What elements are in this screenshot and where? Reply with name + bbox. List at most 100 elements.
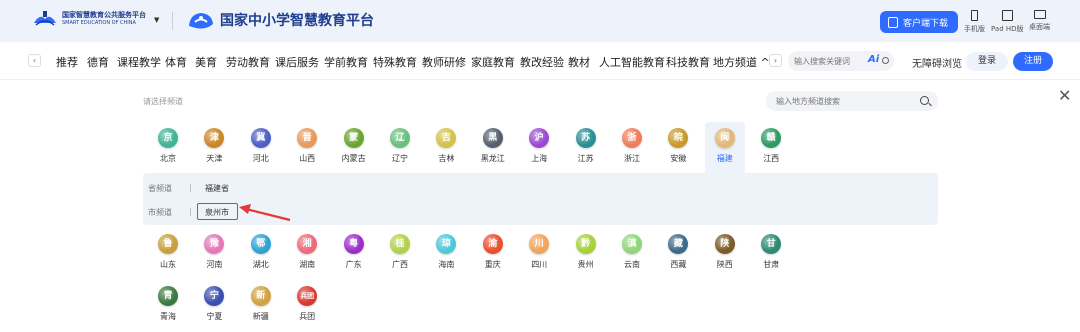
province-badge-icon: 川 bbox=[529, 234, 550, 254]
platform-switch-caret-icon[interactable]: ▼ bbox=[154, 16, 159, 24]
channel-search-box bbox=[766, 91, 938, 111]
province-item[interactable]: 藏西藏 bbox=[658, 228, 698, 270]
province-item[interactable]: 甘甘肃 bbox=[751, 228, 791, 270]
close-icon[interactable]: ✕ bbox=[1058, 86, 1071, 105]
nav-item-moral[interactable]: 德育 bbox=[87, 54, 109, 70]
province-item[interactable]: 桂广西 bbox=[380, 228, 420, 270]
province-item[interactable]: 新新疆 bbox=[241, 280, 281, 322]
province-item[interactable]: 琼海南 bbox=[426, 228, 466, 270]
nav-item-pe[interactable]: 体育 bbox=[165, 54, 187, 70]
province-badge-icon: 沪 bbox=[529, 128, 550, 148]
province-name: 河北 bbox=[252, 154, 269, 163]
nav-item-teacher[interactable]: 教师研修 bbox=[422, 54, 466, 70]
phone-icon bbox=[971, 10, 978, 21]
province-item[interactable]: 兵团 兵团 bbox=[287, 280, 327, 322]
province-badge-icon: 蒙 bbox=[343, 128, 364, 148]
province-item[interactable]: 鄂湖北 bbox=[241, 228, 281, 270]
province-item[interactable]: 黔贵州 bbox=[566, 228, 606, 270]
nav-item-preschool[interactable]: 学前教育 bbox=[324, 54, 368, 70]
nav-item-course[interactable]: 课程教学 bbox=[117, 54, 161, 70]
province-badge-icon: 浙 bbox=[622, 128, 642, 148]
province-name: 吉林 bbox=[438, 154, 455, 163]
province-item[interactable]: 川四川 bbox=[519, 228, 559, 270]
nav-item-labor[interactable]: 劳动教育 bbox=[226, 54, 270, 70]
nav-item-afterschool[interactable]: 课后服务 bbox=[275, 54, 319, 70]
device-tablet[interactable]: Pad HD版 bbox=[991, 10, 1024, 34]
province-item[interactable]: 渝重庆 bbox=[473, 228, 513, 270]
accessibility-link[interactable]: 无障碍浏览 bbox=[912, 55, 962, 70]
nav-scroll-right-icon[interactable]: › bbox=[769, 54, 782, 67]
province-name: 重庆 bbox=[484, 260, 501, 269]
province-item[interactable]: 京北京 bbox=[148, 122, 188, 164]
province-name: 内蒙古 bbox=[341, 154, 366, 163]
device-phone[interactable]: 手机版 bbox=[964, 10, 985, 34]
nav-search-input[interactable] bbox=[794, 54, 864, 68]
province-item[interactable]: 吉吉林 bbox=[426, 122, 466, 164]
channel-search-icon[interactable] bbox=[920, 96, 929, 105]
province-item[interactable]: 青青海 bbox=[148, 280, 188, 322]
province-item[interactable]: 苏江苏 bbox=[566, 122, 606, 164]
ai-search-icon[interactable]: Ai bbox=[868, 54, 879, 65]
nav-item-special[interactable]: 特殊教育 bbox=[373, 54, 417, 70]
province-item[interactable]: 鲁山东 bbox=[148, 228, 188, 270]
nav-item-family[interactable]: 家庭教育 bbox=[471, 54, 515, 70]
province-item[interactable]: 宁宁夏 bbox=[194, 280, 234, 322]
province-badge-icon: 陕 bbox=[714, 234, 735, 254]
platform-name-en: SMART EDUCATION OF CHINA bbox=[62, 20, 136, 26]
province-badge-icon: 藏 bbox=[668, 234, 689, 254]
nav-item-recommend[interactable]: 推荐 bbox=[56, 54, 78, 70]
province-name: 黑龙江 bbox=[480, 154, 505, 163]
province-badge-icon: 粤 bbox=[343, 234, 364, 254]
site-logo[interactable]: 国家中小学智慧教育平台 bbox=[186, 8, 374, 32]
province-item[interactable]: 晋山西 bbox=[287, 122, 327, 164]
province-name: 甘肃 bbox=[763, 260, 780, 269]
province-badge-icon: 琼 bbox=[436, 234, 457, 254]
login-button[interactable]: 登录 bbox=[966, 52, 1008, 71]
province-badge-icon: 黑 bbox=[482, 128, 503, 148]
province-channel-link[interactable]: 福建省 bbox=[205, 183, 229, 194]
province-item[interactable]: 陕陕西 bbox=[705, 228, 745, 270]
nav-item-local[interactable]: 地方频道 ^ bbox=[713, 54, 770, 70]
client-download-button[interactable]: 客户端下载 bbox=[880, 11, 958, 33]
province-name: 安徽 bbox=[670, 154, 687, 163]
province-badge-icon: 桂 bbox=[390, 234, 410, 254]
province-channel-label: 省频道 bbox=[148, 184, 172, 193]
city-highlight-box bbox=[197, 203, 238, 220]
platform-logo[interactable]: 国家智慧教育公共服务平台 SMART EDUCATION OF CHINA bbox=[32, 9, 146, 29]
main-nav: ‹ 推荐 德育 课程教学 体育 美育 劳动教育 课后服务 学前教育 特殊教育 教… bbox=[0, 42, 1080, 80]
channel-search-input[interactable] bbox=[776, 95, 906, 107]
province-item[interactable]: 黑黑龙江 bbox=[473, 122, 513, 164]
province-item[interactable]: 津天津 bbox=[194, 122, 234, 164]
province-name: 江西 bbox=[763, 154, 780, 163]
nav-item-tech[interactable]: 科技教育 bbox=[666, 54, 710, 70]
device-desktop[interactable]: 桌面端 bbox=[1029, 10, 1050, 32]
nav-item-reform[interactable]: 教改经验 bbox=[520, 54, 564, 70]
header-divider bbox=[172, 12, 173, 30]
province-name: 贵州 bbox=[577, 260, 594, 269]
search-icon[interactable] bbox=[882, 57, 889, 64]
province-item[interactable]: 闽福建 bbox=[704, 122, 745, 174]
province-badge-icon: 渝 bbox=[482, 234, 503, 254]
nav-scroll-left-icon[interactable]: ‹ bbox=[28, 54, 41, 67]
province-item[interactable]: 辽辽宁 bbox=[380, 122, 420, 164]
province-item[interactable]: 皖安徽 bbox=[658, 122, 698, 164]
province-item[interactable]: 赣江西 bbox=[751, 122, 791, 164]
province-name: 山东 bbox=[160, 260, 176, 269]
province-item[interactable]: 滇云南 bbox=[612, 228, 652, 270]
desktop-icon bbox=[1033, 10, 1046, 19]
register-button[interactable]: 注册 bbox=[1013, 52, 1053, 71]
nav-item-ai[interactable]: 人工智能教育 bbox=[599, 54, 665, 70]
nav-item-art[interactable]: 美育 bbox=[195, 54, 217, 70]
province-item[interactable]: 粤广东 bbox=[334, 228, 374, 270]
province-item[interactable]: 湘湖南 bbox=[287, 228, 327, 270]
nav-item-textbook[interactable]: 教材 bbox=[568, 54, 590, 70]
province-item[interactable]: 沪上海 bbox=[519, 122, 559, 164]
province-item[interactable]: 浙浙江 bbox=[612, 122, 652, 164]
province-name: 广东 bbox=[345, 260, 362, 269]
province-name: 四川 bbox=[531, 260, 548, 269]
province-item[interactable]: 蒙内蒙古 bbox=[334, 122, 374, 164]
province-item[interactable]: 豫河南 bbox=[194, 228, 234, 270]
province-name: 青海 bbox=[160, 312, 176, 321]
province-name: 浙江 bbox=[624, 154, 640, 163]
province-item[interactable]: 冀河北 bbox=[241, 122, 281, 164]
